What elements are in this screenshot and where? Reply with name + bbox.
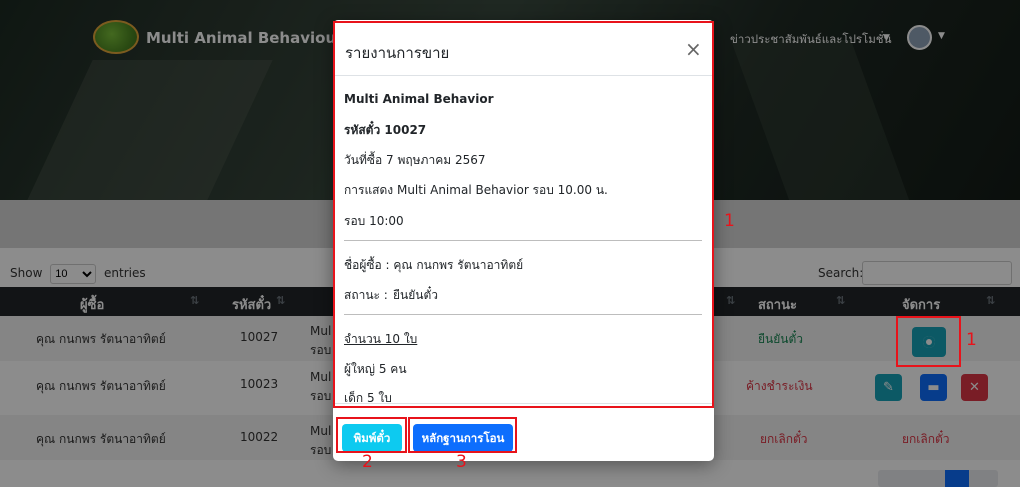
annotation-box [336, 417, 407, 453]
annotation-box [333, 21, 714, 408]
annotation-label: 1 [724, 211, 735, 231]
annotation-box [896, 316, 961, 367]
annotation-label: 2 [362, 452, 373, 472]
annotation-box [408, 417, 517, 453]
annotation-label: 3 [456, 452, 467, 472]
annotation-label: 1 [966, 330, 977, 350]
